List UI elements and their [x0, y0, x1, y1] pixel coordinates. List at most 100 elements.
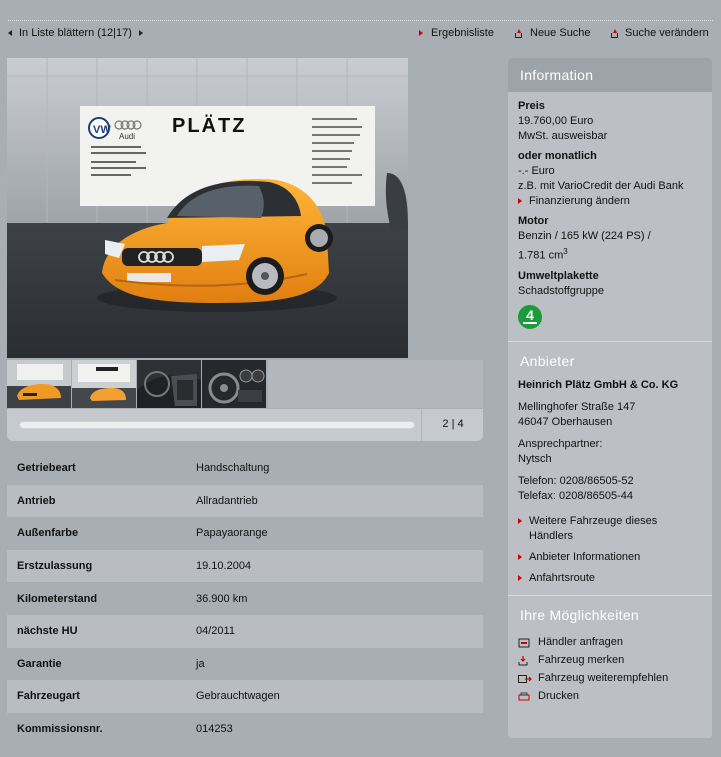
route-link[interactable]: Anfahrtsroute	[518, 571, 702, 586]
detail-label: Kommissionsnr.	[17, 723, 103, 736]
dealer-phone: Telefon: 0208/86505-52	[518, 474, 634, 487]
modify-search-label: Suche verändern	[625, 27, 709, 39]
detail-value: 014253	[196, 723, 233, 736]
dealer-city: 46047 Oberhausen	[518, 415, 613, 428]
results-link-label: Ergebnisliste	[431, 27, 494, 39]
route-label: Anfahrtsroute	[529, 571, 596, 584]
new-search-icon	[514, 28, 523, 38]
modify-search-icon	[610, 28, 619, 38]
dealer-fax: Telefax: 0208/86505-44	[518, 489, 633, 502]
more-vehicles-label: Weitere Fahrzeuge dieses Händlers	[529, 514, 657, 544]
vehicle-photo[interactable]: VW Audi PLÄTZ	[7, 58, 408, 358]
thumbnail-1-image	[7, 360, 71, 408]
vehicle-photo-image: VW Audi PLÄTZ	[7, 58, 408, 358]
engine-unit-sup: 3	[563, 247, 568, 256]
thumbnail-4[interactable]	[202, 360, 266, 408]
new-search-link[interactable]: Neue Suche	[514, 27, 591, 39]
detail-row: Getriebeart Handschaltung	[7, 452, 483, 485]
contact-name: Nytsch	[518, 452, 552, 465]
env-value: Schadstoffgruppe	[518, 284, 605, 297]
detail-value: 19.10.2004	[196, 560, 252, 573]
thumbnail-strip-empty	[268, 360, 483, 408]
vat-note: MwSt. ausweisbar	[518, 130, 608, 142]
thumbnail-3[interactable]	[137, 360, 201, 408]
detail-row: Antrieb Allradantrieb	[7, 484, 483, 518]
detail-row: Garantie ja	[7, 648, 483, 681]
thumbnail-2[interactable]	[72, 360, 136, 408]
top-navigation: In Liste blättern (12|17) Ergebnisliste …	[0, 27, 721, 41]
detail-value: 04/2011	[196, 625, 235, 638]
print-label: Drucken	[538, 690, 579, 703]
thumbnail-4-image	[202, 360, 266, 408]
info-section: Preis 19.760,00 Euro MwSt. ausweisbar od…	[508, 92, 712, 329]
thumbnail-2-image	[72, 360, 136, 408]
gallery-scrollbar[interactable]	[19, 421, 415, 429]
detail-label: Kilometerstand	[17, 592, 98, 605]
thumbnail-3-image	[137, 360, 201, 408]
recommend-vehicle-option[interactable]: Fahrzeug weiterempfehlen	[518, 670, 702, 688]
detail-label: Getriebeart	[17, 462, 76, 475]
contact-label: Ansprechpartner:	[518, 437, 603, 450]
gallery-page-indicator: 2 | 4	[442, 418, 464, 430]
detail-value: Gebrauchtwagen	[196, 690, 280, 703]
detail-label: Außenfarbe	[17, 527, 79, 540]
bookmark-icon	[518, 655, 532, 666]
credit-note: z.B. mit VarioCredit der Audi Bank	[518, 180, 684, 192]
detail-value: Papayaorange	[196, 527, 268, 540]
recommend-vehicle-label: Fahrzeug weiterempfehlen	[538, 672, 669, 685]
detail-row: Außenfarbe Papayaorange	[7, 517, 483, 550]
new-search-label: Neue Suche	[530, 27, 591, 39]
sidebar: Information Preis 19.760,00 Euro MwSt. a…	[508, 58, 712, 738]
detail-value: Handschaltung	[196, 462, 270, 475]
sign-brand-text: PLÄTZ	[172, 114, 246, 137]
printer-icon	[518, 692, 532, 702]
next-arrow-icon[interactable]	[138, 30, 143, 36]
detail-value: Allradantrieb	[196, 494, 258, 507]
emission-badge-number: 4	[526, 306, 534, 323]
browse-list-label: In Liste blättern (12|17)	[19, 27, 132, 39]
options-section: Händler anfragen Fahrzeug merken Fahrzeu…	[508, 630, 712, 706]
arrow-right-icon	[518, 553, 522, 560]
detail-label: Garantie	[17, 657, 62, 670]
detail-value: ja	[196, 657, 205, 670]
remember-vehicle-label: Fahrzeug merken	[538, 654, 625, 667]
scroller-divider	[421, 409, 422, 441]
engine-label: Motor	[518, 215, 549, 227]
detail-row: Fahrzeugart Gebrauchtwagen	[7, 680, 483, 713]
remember-vehicle-option[interactable]: Fahrzeug merken	[518, 652, 702, 670]
dealer-info-link[interactable]: Anbieter Informationen	[518, 550, 702, 565]
detail-label: Fahrzeugart	[17, 690, 80, 703]
engine-line-1: Benzin / 165 kW (224 PS) /	[518, 230, 651, 242]
finance-link-label: Finanzierung ändern	[529, 195, 630, 207]
finance-link[interactable]: Finanzierung ändern	[518, 194, 702, 209]
contact-dealer-option[interactable]: Händler anfragen	[518, 634, 702, 652]
modify-search-link[interactable]: Suche verändern	[610, 27, 709, 39]
more-vehicles-line-1: Weitere Fahrzeuge dieses	[529, 514, 658, 527]
svg-text:VW: VW	[93, 124, 111, 136]
top-divider	[8, 20, 713, 21]
contact-dealer-label: Händler anfragen	[538, 636, 624, 649]
dealer-info-label: Anbieter Informationen	[529, 550, 641, 563]
detail-row: Erstzulassung 19.10.2004	[7, 549, 483, 583]
print-option[interactable]: Drucken	[518, 688, 702, 706]
engine-displacement: 1.781 cm	[518, 249, 564, 262]
arrow-right-icon	[518, 198, 522, 204]
emission-badge: 4	[518, 304, 542, 329]
arrow-right-icon	[518, 574, 522, 581]
prev-arrow-icon[interactable]	[8, 30, 12, 36]
info-heading: Information	[508, 58, 712, 92]
thumbnail-1[interactable]	[7, 360, 71, 408]
sign-audi-text: Audi	[119, 132, 135, 141]
detail-row: nächste HU 04/2011	[7, 614, 483, 648]
more-vehicles-link[interactable]: Weitere Fahrzeuge dieses Händlers	[518, 514, 702, 544]
detail-row: Kommissionsnr. 014253	[7, 713, 483, 746]
arrow-right-icon	[419, 30, 423, 36]
options-heading: Ihre Möglichkeiten	[520, 606, 640, 623]
more-vehicles-line-2: Händlers	[529, 529, 574, 542]
browse-list[interactable]: In Liste blättern (12|17)	[8, 27, 143, 39]
results-link[interactable]: Ergebnisliste	[419, 27, 494, 39]
monthly-label: oder monatlich	[518, 150, 597, 162]
vehicle-details-table: Getriebeart Handschaltung Antrieb Allradan…	[7, 452, 483, 745]
thumbnail-strip	[7, 360, 266, 408]
arrow-right-icon	[518, 517, 522, 524]
